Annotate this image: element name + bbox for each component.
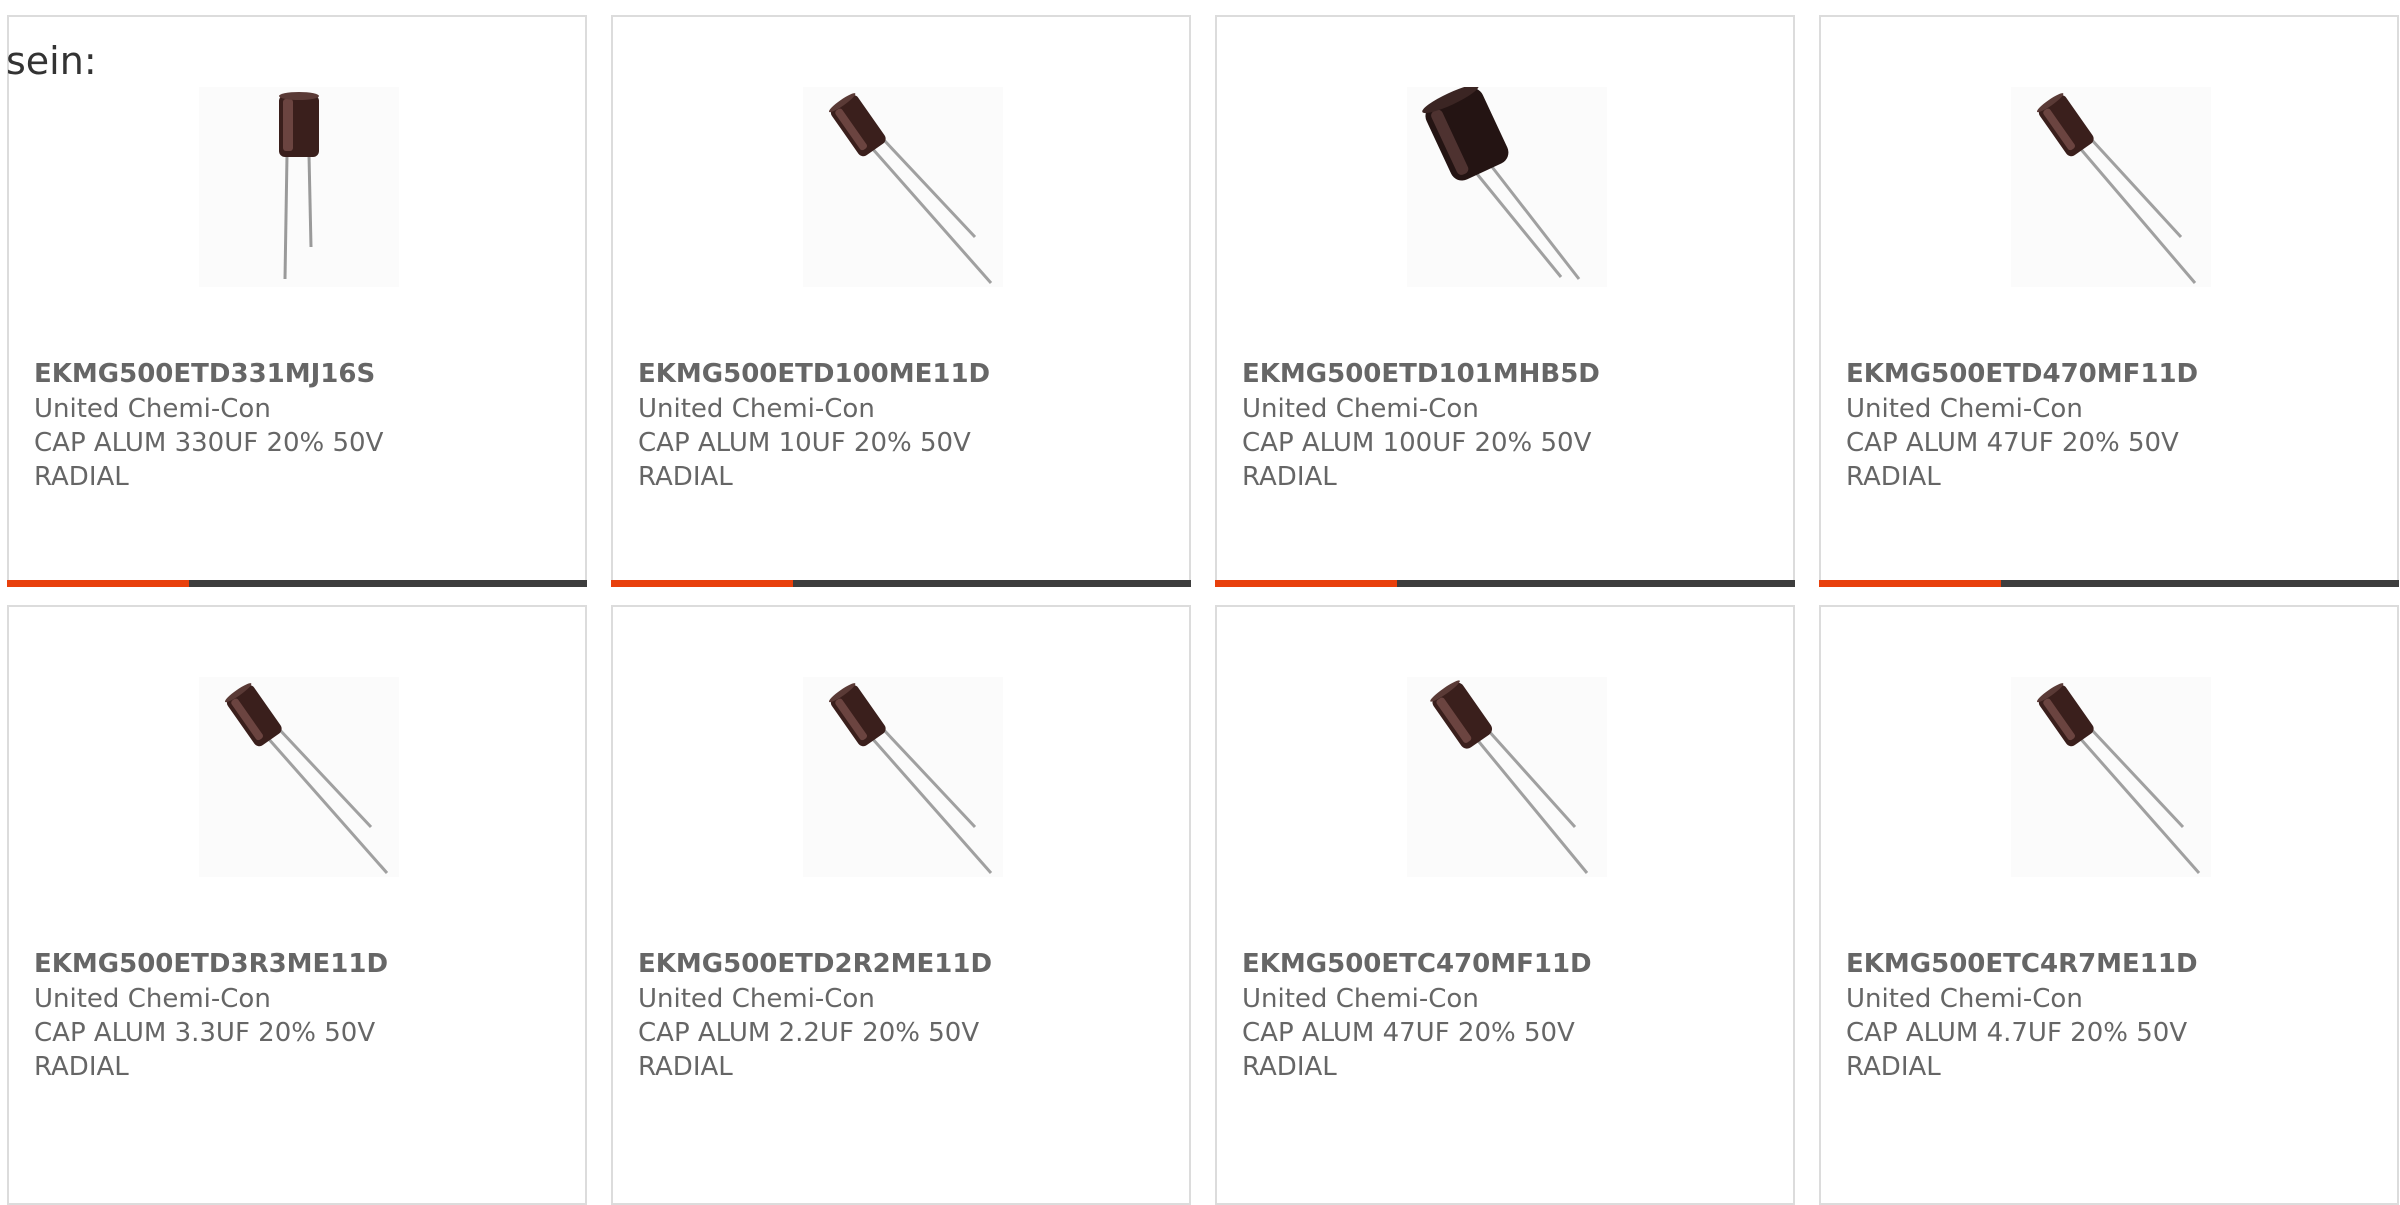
part-number-link[interactable]: EKMG500ETC4R7ME11D [1846,949,2198,979]
capacitor-upright-image[interactable] [199,87,399,287]
package-type: RADIAL [34,1052,129,1082]
capacitor-large-tilted-image[interactable] [1407,87,1607,287]
product-description: CAP ALUM 2.2UF 20% 50V [638,1018,980,1048]
package-type: RADIAL [1846,462,1941,492]
manufacturer-name: United Chemi-Con [34,984,271,1014]
product-card[interactable]: EKMG500ETD470MF11D United Chemi-Con CAP … [1819,15,2399,587]
card-progress-bar [7,580,587,587]
product-card[interactable]: EKMG500ETD3R3ME11D United Chemi-Con CAP … [7,605,587,1205]
card-progress-accent [1215,580,1397,587]
capacitor-tilted-image[interactable] [803,677,1003,877]
product-card[interactable]: EKMG500ETD331MJ16S United Chemi-Con CAP … [7,15,587,587]
package-type: RADIAL [638,1052,733,1082]
manufacturer-name: United Chemi-Con [1242,984,1479,1014]
product-description: CAP ALUM 47UF 20% 50V [1846,428,2179,458]
product-description: CAP ALUM 100UF 20% 50V [1242,428,1592,458]
intro-text: sein: [6,39,97,83]
card-progress-bar [1819,580,2399,587]
card-progress-accent [7,580,189,587]
manufacturer-name: United Chemi-Con [34,394,271,424]
part-number-link[interactable]: EKMG500ETD331MJ16S [34,359,375,389]
package-type: RADIAL [1846,1052,1941,1082]
part-number-link[interactable]: EKMG500ETD470MF11D [1846,359,2198,389]
capacitor-tilted-image[interactable] [2011,87,2211,287]
manufacturer-name: United Chemi-Con [638,394,875,424]
card-progress-bar [611,580,1191,587]
product-description: CAP ALUM 47UF 20% 50V [1242,1018,1575,1048]
package-type: RADIAL [34,462,129,492]
capacitor-tilted-image[interactable] [2011,677,2211,877]
manufacturer-name: United Chemi-Con [1846,394,2083,424]
package-type: RADIAL [1242,462,1337,492]
capacitor-tilted-image[interactable] [1407,677,1607,877]
manufacturer-name: United Chemi-Con [1846,984,2083,1014]
part-number-link[interactable]: EKMG500ETD101MHB5D [1242,359,1600,389]
product-card[interactable]: EKMG500ETC4R7ME11D United Chemi-Con CAP … [1819,605,2399,1205]
capacitor-tilted-image[interactable] [199,677,399,877]
card-progress-accent [1819,580,2001,587]
package-type: RADIAL [638,462,733,492]
product-description: CAP ALUM 330UF 20% 50V [34,428,384,458]
card-progress-bar [1215,580,1795,587]
part-number-link[interactable]: EKMG500ETD100ME11D [638,359,990,389]
product-description: CAP ALUM 3.3UF 20% 50V [34,1018,376,1048]
manufacturer-name: United Chemi-Con [638,984,875,1014]
product-card[interactable]: EKMG500ETD100ME11D United Chemi-Con CAP … [611,15,1191,587]
part-number-link[interactable]: EKMG500ETD2R2ME11D [638,949,992,979]
capacitor-tilted-image[interactable] [803,87,1003,287]
package-type: RADIAL [1242,1052,1337,1082]
card-progress-accent [611,580,793,587]
product-description: CAP ALUM 10UF 20% 50V [638,428,971,458]
product-card[interactable]: EKMG500ETC470MF11D United Chemi-Con CAP … [1215,605,1795,1205]
product-card[interactable]: EKMG500ETD101MHB5D United Chemi-Con CAP … [1215,15,1795,587]
product-card[interactable]: EKMG500ETD2R2ME11D United Chemi-Con CAP … [611,605,1191,1205]
product-description: CAP ALUM 4.7UF 20% 50V [1846,1018,2188,1048]
part-number-link[interactable]: EKMG500ETD3R3ME11D [34,949,388,979]
manufacturer-name: United Chemi-Con [1242,394,1479,424]
part-number-link[interactable]: EKMG500ETC470MF11D [1242,949,1592,979]
